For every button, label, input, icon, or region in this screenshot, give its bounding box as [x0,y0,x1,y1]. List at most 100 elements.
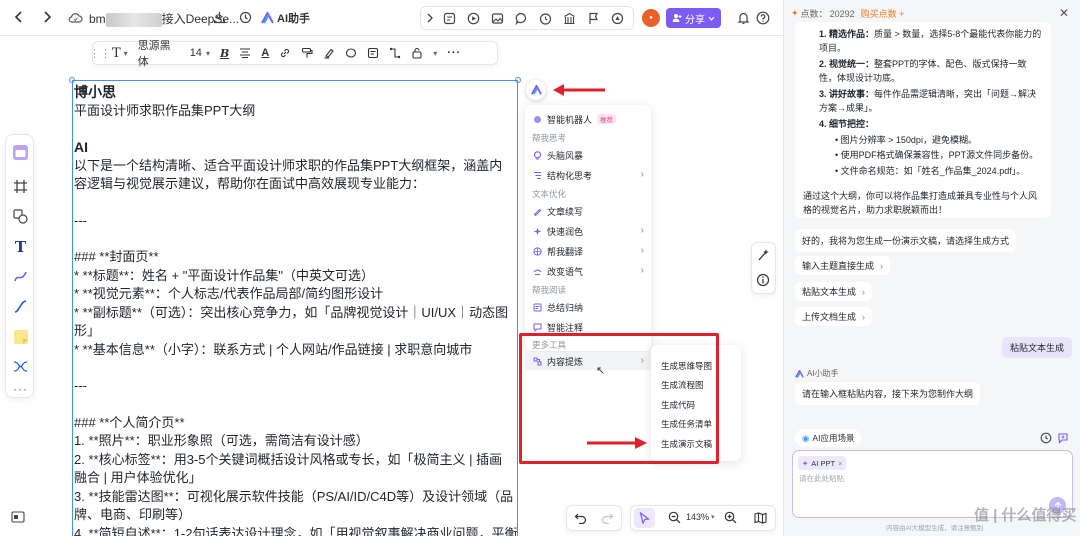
font-family-select[interactable]: 思源黑体 [133,40,185,68]
new-chat-icon[interactable] [1057,431,1070,444]
minimap-icon[interactable] [11,510,27,524]
points-value: 20292 [829,8,855,19]
clock-icon[interactable] [1040,431,1053,444]
zoom-in-icon[interactable] [724,511,738,525]
menu-section-optimize: 文本优化 [532,189,567,199]
shapes-icon[interactable] [11,207,30,226]
magic-wand-icon[interactable] [756,248,771,263]
zoom-level-select[interactable]: 143% ▾ [686,512,715,522]
doc-subtitle: 平面设计师求职作品集PPT大纲 [74,102,256,118]
template-icon[interactable] [11,143,30,162]
ai-assistant-button[interactable]: AI助手 [261,8,311,28]
text-tool-icon[interactable]: T [11,237,30,256]
help-icon[interactable] [755,10,771,26]
image-icon[interactable] [489,10,505,26]
present-icon[interactable] [609,10,625,26]
video-icon[interactable] [465,10,481,26]
remove-tag-icon[interactable]: × [838,459,842,468]
frame-icon[interactable] [11,177,30,196]
menu-item-continue[interactable]: 文章续写 [525,202,651,220]
coin-icon: ✦ [791,8,799,18]
menu-item-polish[interactable]: 快速润色 › [525,222,651,240]
doc-cover-line: * **基本信息**（小字）：联系方式 | 个人网站/作品链接 | 求职意向城市 [74,341,473,357]
zoom-out-icon[interactable] [668,511,682,525]
chevron-down-icon [708,16,715,21]
red-arrow-annotation [553,84,605,96]
ai-float-button[interactable] [526,80,546,100]
option-paste-generate[interactable]: 粘贴文本生成 › [795,282,873,301]
redo-icon[interactable] [601,511,615,525]
ppt-icon: ✦ [802,458,809,468]
chevron-down-icon: ▾ [205,48,210,58]
lock-icon[interactable] [406,42,428,64]
chevron-down-icon[interactable]: ▾ [428,42,442,64]
translate-icon [532,246,542,256]
menu-section-think: 帮我思考 [532,133,567,143]
align-icon[interactable] [234,42,256,64]
menu-item-structured[interactable]: 结构化思考 › [525,166,651,184]
comment-icon[interactable] [513,10,529,26]
bold-italic-icon[interactable]: B [215,42,234,64]
mindmap-icon[interactable] [11,357,30,376]
chevron-right-icon: › [640,265,644,276]
ai-ppt-tag[interactable]: ✦ AI PPT × [798,456,847,470]
more-tools-icon[interactable]: ··· [11,379,30,398]
select-pointer-icon[interactable] [634,508,655,528]
info-icon[interactable] [756,273,771,288]
forward-icon[interactable] [39,9,55,25]
bell-icon[interactable] [735,10,751,26]
sticker-icon[interactable] [441,10,457,26]
download-icon[interactable] [212,10,227,25]
watermark-text: 值 | 什么值得买 [974,507,1077,524]
format-painter-icon[interactable] [296,42,318,64]
ai-reply-bubble: 好的，我将为您生成一份演示文稿，请选择生成方式 [795,229,1017,252]
ai-assistant-label: AI助手 [277,13,310,25]
collapse-arrow-icon[interactable] [423,10,437,26]
back-icon[interactable] [11,9,27,25]
menu-item-tone[interactable]: 改变语气 › [525,262,651,280]
pen-icon[interactable] [11,267,30,286]
blurred-title-segment [105,12,162,27]
map-view-icon[interactable] [754,511,768,525]
menu-item-translate[interactable]: 帮我翻译 › [525,242,651,260]
share-button[interactable]: 分享 [666,8,721,28]
shape-icon[interactable] [340,42,362,64]
connector-icon[interactable] [384,42,406,64]
text-document[interactable]: 博小思 平面设计师求职作品集PPT大纲 AI 以下是一个结构清晰、适合平面设计师… [72,80,518,536]
tone-icon [532,266,542,276]
title-prefix: bm [89,12,106,26]
menu-item-summarize[interactable]: 总结归纳 [525,298,651,316]
menu-item-smart-bot[interactable]: 智能机器人 推荐 [525,110,651,128]
chevron-right-icon: › [640,225,644,236]
option-label: 粘贴文本生成 [802,287,857,297]
undo-icon[interactable] [574,511,588,525]
highlight-icon[interactable] [318,42,340,64]
note-icon[interactable] [362,42,384,64]
menu-label: 头脑风暴 [547,150,584,161]
ai-scene-button[interactable]: ◉ AI应用场景 [795,429,862,447]
menu-item-brainstorm[interactable]: 头脑风暴 [525,146,651,164]
sticky-note-icon[interactable] [11,327,30,346]
close-icon[interactable]: ✕ [1059,6,1069,20]
avatar[interactable]: ● [642,9,660,27]
red-arrow-annotation [587,437,647,449]
history-icon[interactable] [238,10,253,25]
font-size-select[interactable]: 14 ▾ [185,42,215,64]
annotate-icon [532,322,542,332]
title-suffix: 接入DeepSe... [161,12,240,26]
timer-icon[interactable] [537,10,553,26]
line-icon[interactable] [11,297,30,316]
list-title: 2. 视觉统一： [819,59,875,69]
option-upload-generate[interactable]: 上传文档生成 › [795,307,873,326]
option-topic-generate[interactable]: 输入主题直接生成 › [795,256,891,275]
text-color-icon[interactable]: A [256,42,274,64]
template-library-icon[interactable] [561,10,577,26]
drag-handle-icon[interactable]: ⋮⋮ [89,42,111,64]
flag-icon[interactable] [585,10,601,26]
buy-points-link[interactable]: 购买点数 + [861,7,905,20]
text-style-dropdown[interactable]: T ▾ [107,42,133,64]
more-icon[interactable]: ··· [442,42,466,64]
doc-intro-line: 2. **核心标签**：用3-5个关键词概括设计风格或专长，如「极简主义 | 插… [74,451,503,486]
text-format-toolbar: ⋮⋮ T ▾ 思源黑体 14 ▾ B A ▾ ··· [89,40,498,68]
link-icon[interactable] [274,42,296,64]
